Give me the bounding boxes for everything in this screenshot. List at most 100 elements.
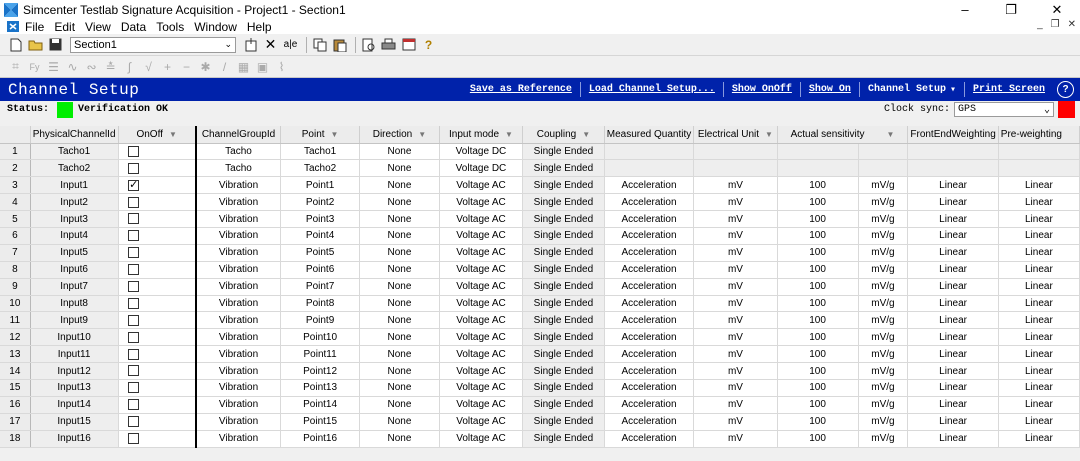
cell-pw[interactable]: Linear xyxy=(998,311,1080,330)
cell-eu[interactable]: mV xyxy=(693,295,778,313)
cell-coup[interactable]: Single Ended xyxy=(522,210,605,228)
cell-sens[interactable]: 100 xyxy=(777,227,859,245)
cell-point[interactable]: Point3 xyxy=(280,210,361,228)
onoff-cell[interactable] xyxy=(118,295,197,313)
cell-few[interactable]: Linear xyxy=(907,430,999,448)
menu-file[interactable]: File xyxy=(25,20,44,34)
cell-dir[interactable]: None xyxy=(359,328,440,347)
cell-few[interactable]: Linear xyxy=(907,278,999,296)
onoff-cell[interactable] xyxy=(118,193,197,212)
cell-eu[interactable]: mV xyxy=(693,210,778,228)
cell-mq[interactable]: Acceleration xyxy=(604,295,695,313)
cell-sens[interactable]: 100 xyxy=(777,193,859,212)
cell-pw[interactable]: Linear xyxy=(998,193,1080,212)
cell-sens[interactable] xyxy=(777,159,859,178)
cell-dir[interactable]: None xyxy=(359,311,440,330)
new-file-icon[interactable] xyxy=(7,36,24,53)
cell-sens[interactable] xyxy=(777,143,859,161)
table-row[interactable]: 4 Input2 Vibration Point2 None Voltage AC Sing… xyxy=(0,193,1080,212)
cell-mq[interactable] xyxy=(604,143,695,161)
cell-eu[interactable]: mV xyxy=(693,396,778,414)
cell-pw[interactable]: Linear xyxy=(998,278,1080,296)
cell-mq[interactable]: Acceleration xyxy=(604,176,695,195)
help-icon[interactable]: ? xyxy=(420,36,437,53)
open-folder-icon[interactable] xyxy=(27,36,44,53)
row-number[interactable]: 1 xyxy=(0,143,31,161)
col-header-pre-weighting[interactable]: Pre-weighting xyxy=(998,126,1080,144)
cell-mode[interactable]: Voltage AC xyxy=(439,311,524,330)
table-row[interactable]: 7 Input5 Vibration Point5 None Voltage AC Sing… xyxy=(0,244,1080,262)
mdi-minimize-icon[interactable]: _ xyxy=(1037,19,1043,30)
cell-mode[interactable]: Voltage AC xyxy=(439,227,524,245)
row-number[interactable]: 13 xyxy=(0,345,31,364)
cell-eu[interactable]: mV xyxy=(693,261,778,279)
cell-id[interactable]: Input2 xyxy=(30,193,119,212)
cell-few[interactable]: Linear xyxy=(907,379,999,397)
cell-pw[interactable]: Linear xyxy=(998,328,1080,347)
cell-group[interactable]: Vibration xyxy=(194,311,282,330)
cell-mode[interactable]: Voltage DC xyxy=(439,159,524,178)
cell-dir[interactable]: None xyxy=(359,430,440,448)
cell-point[interactable]: Tacho1 xyxy=(280,143,361,161)
onoff-checkbox[interactable] xyxy=(128,247,140,259)
menu-data[interactable]: Data xyxy=(121,20,146,34)
cell-group[interactable]: Vibration xyxy=(194,379,282,397)
cell-group[interactable]: Vibration xyxy=(194,328,282,347)
cell-sunit[interactable]: mV/g xyxy=(858,295,909,313)
cell-group[interactable]: Vibration xyxy=(194,210,282,228)
cell-coup[interactable]: Single Ended xyxy=(522,227,605,245)
cell-id[interactable]: Input15 xyxy=(30,413,119,431)
cell-eu[interactable]: mV xyxy=(693,176,778,195)
cell-mode[interactable]: Voltage AC xyxy=(439,345,524,364)
cell-coup[interactable]: Single Ended xyxy=(522,379,605,397)
table-row[interactable]: 16 Input14 Vibration Point14 None Voltage AC S… xyxy=(0,396,1080,414)
cell-coup[interactable]: Single Ended xyxy=(522,345,605,364)
cell-mq[interactable]: Acceleration xyxy=(604,210,695,228)
cell-mode[interactable]: Voltage DC xyxy=(439,143,524,161)
cell-id[interactable]: Input3 xyxy=(30,210,119,228)
cell-dir[interactable]: None xyxy=(359,379,440,397)
cell-pw[interactable]: Linear xyxy=(998,244,1080,262)
table-row[interactable]: 2 Tacho2 Tacho Tacho2 None Voltage DC Single E… xyxy=(0,159,1080,178)
cell-mode[interactable]: Voltage AC xyxy=(439,430,524,448)
cell-sunit[interactable]: mV/g xyxy=(858,176,909,195)
cell-mq[interactable]: Acceleration xyxy=(604,345,695,364)
print-preview-icon[interactable] xyxy=(360,36,377,53)
onoff-cell[interactable] xyxy=(118,379,197,397)
cell-point[interactable]: Point5 xyxy=(280,244,361,262)
cell-coup[interactable]: Single Ended xyxy=(522,261,605,279)
cell-sunit[interactable]: mV/g xyxy=(858,345,909,364)
cell-mode[interactable]: Voltage AC xyxy=(439,413,524,431)
cell-eu[interactable]: mV xyxy=(693,193,778,212)
cell-dir[interactable]: None xyxy=(359,159,440,178)
cell-eu[interactable]: mV xyxy=(693,328,778,347)
cell-sunit[interactable] xyxy=(858,143,909,161)
document-icon[interactable] xyxy=(7,21,19,32)
cell-sens[interactable]: 100 xyxy=(777,176,859,195)
cell-mode[interactable]: Voltage AC xyxy=(439,210,524,228)
cell-coup[interactable]: Single Ended xyxy=(522,278,605,296)
cell-id[interactable]: Input11 xyxy=(30,345,119,364)
cell-sens[interactable]: 100 xyxy=(777,379,859,397)
cell-few[interactable]: Linear xyxy=(907,362,999,380)
col-header-electrical-unit[interactable]: Electrical Unit ▼ xyxy=(693,126,778,144)
cell-id[interactable]: Input16 xyxy=(30,430,119,448)
cell-sens[interactable]: 100 xyxy=(777,278,859,296)
cell-mode[interactable]: Voltage AC xyxy=(439,193,524,212)
cell-id[interactable]: Input5 xyxy=(30,244,119,262)
cell-group[interactable]: Vibration xyxy=(194,345,282,364)
cell-sunit[interactable]: mV/g xyxy=(858,261,909,279)
cell-pw[interactable] xyxy=(998,143,1080,161)
cell-mq[interactable] xyxy=(604,159,695,178)
save-as-reference-link[interactable]: Save as Reference xyxy=(462,82,581,97)
col-header-frontendweighting[interactable]: FrontEndWeighting xyxy=(907,126,999,144)
onoff-checkbox[interactable] xyxy=(128,314,140,326)
cell-dir[interactable]: None xyxy=(359,193,440,212)
cell-sunit[interactable]: mV/g xyxy=(858,244,909,262)
onoff-cell[interactable] xyxy=(118,210,197,228)
cell-pw[interactable]: Linear xyxy=(998,210,1080,228)
cell-coup[interactable]: Single Ended xyxy=(522,143,605,161)
onoff-cell[interactable] xyxy=(118,244,197,262)
menu-edit[interactable]: Edit xyxy=(54,20,75,34)
cell-id[interactable]: Tacho2 xyxy=(30,159,119,178)
